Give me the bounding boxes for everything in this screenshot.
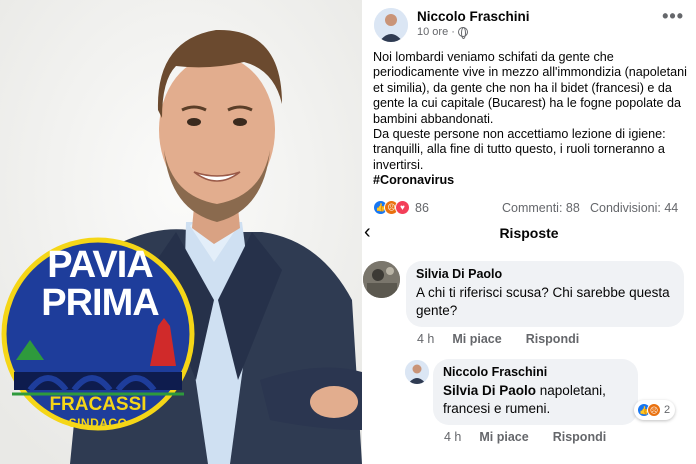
reply-bubble: Niccolo Fraschini Silvia Di Paolo napole… xyxy=(433,359,638,425)
logo-candidate: FRACASSI xyxy=(49,394,147,415)
comment-time[interactable]: 4 h xyxy=(417,332,434,346)
post-time[interactable]: 10 ore xyxy=(417,26,448,38)
reply-reactions[interactable]: 👍 ☹ 2 xyxy=(634,400,676,420)
post-reactions[interactable]: 👍 ☹ ♥ 86 xyxy=(373,200,429,215)
reply-author-avatar[interactable] xyxy=(405,360,429,384)
love-reaction-icon: ♥ xyxy=(395,200,410,215)
globe-icon xyxy=(457,27,468,39)
comment-actions: 4 h Mi piace Rispondi xyxy=(417,332,579,346)
more-options-icon[interactable]: ••• xyxy=(662,6,684,27)
reply-reaction-count: 2 xyxy=(664,404,671,416)
reply-reply-button[interactable]: Rispondi xyxy=(553,430,606,444)
comment-author[interactable]: Silvia Di Paolo xyxy=(416,267,502,281)
post-meta: 10 ore · xyxy=(417,26,468,39)
post-author[interactable]: Niccolo Fraschini xyxy=(417,9,530,24)
facebook-post-panel: Niccolo Fraschini 10 ore · ••• Noi lomba… xyxy=(362,0,696,464)
logo-role: SINDACO xyxy=(68,416,128,430)
post-text: Noi lombardi veniamo schifati da gente c… xyxy=(373,50,691,189)
avatar-image xyxy=(405,360,429,384)
post-paragraph-2: Da queste persone non accettiamo lezione… xyxy=(373,127,666,172)
reply-actions: 4 h Mi piace Rispondi xyxy=(444,430,606,444)
comment-bubble: Silvia Di Paolo A chi ti riferisci scusa… xyxy=(406,261,684,327)
reply-author[interactable]: Niccolo Fraschini xyxy=(443,365,547,379)
comment-text: A chi ti riferisci scusa? Chi sarebbe qu… xyxy=(416,285,670,318)
replies-title: Risposte xyxy=(499,225,559,241)
reply-like-button[interactable]: Mi piace xyxy=(479,430,528,444)
reply-mention[interactable]: Silvia Di Paolo xyxy=(443,383,536,398)
logo-line-1: PAVIA xyxy=(47,244,154,286)
reaction-count: 86 xyxy=(415,200,429,215)
replies-header: ‹ Risposte xyxy=(362,220,696,246)
campaign-photo: PAVIA PRIMA FRACASSI SINDACO xyxy=(0,0,362,464)
comment-reply-button[interactable]: Rispondi xyxy=(526,332,579,346)
author-avatar[interactable] xyxy=(374,8,408,42)
pavia-prima-logo: PAVIA PRIMA FRACASSI SINDACO xyxy=(4,218,192,450)
post-hashtag[interactable]: #Coronavirus xyxy=(373,173,691,188)
avatar-image xyxy=(374,8,408,42)
comments-count[interactable]: Commenti: 88 xyxy=(502,201,580,215)
logo-line-2: PRIMA xyxy=(41,282,159,324)
angry-reaction-icon: ☹ xyxy=(647,403,661,417)
reply-text-wrap: Silvia Di Paolo napoletani, francesi e r… xyxy=(443,382,633,418)
shares-count[interactable]: Condivisioni: 44 xyxy=(590,201,678,215)
comment-like-button[interactable]: Mi piace xyxy=(452,332,501,346)
avatar-image xyxy=(363,261,400,298)
reply-time[interactable]: 4 h xyxy=(444,430,461,444)
post-paragraph-1: Noi lombardi veniamo schifati da gente c… xyxy=(373,50,687,126)
commenter-avatar[interactable] xyxy=(363,261,400,298)
